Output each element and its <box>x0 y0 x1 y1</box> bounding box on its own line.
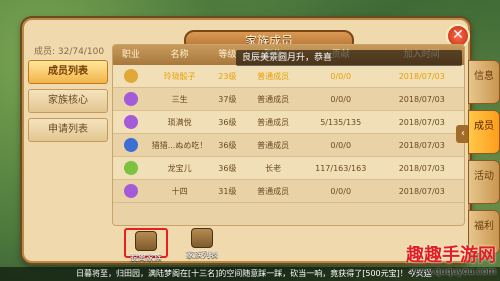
member-position: 普通成员 <box>257 71 290 81</box>
tab-activity[interactable]: 活动 <box>468 160 500 204</box>
member-table: 职业 名称 等级 职位 贡献 加入时间 玲珑骰子23级普通成员0/0/02018… <box>112 44 465 226</box>
header-name: 名称 <box>170 50 189 60</box>
member-level: 23级 <box>218 71 237 81</box>
table-row[interactable]: 猎猎...ぬめ吃！ 36级 普通成员 0/0/0 2018/07/03 <box>113 134 464 157</box>
job-icon <box>123 92 138 106</box>
member-contribution: 0/0/0 <box>330 140 352 150</box>
table-row[interactable]: 玲珑骰子 23级 普通成员 0/0/0 2018/07/03 <box>113 65 464 88</box>
watermark-title: 趣趣手游网 <box>406 245 496 266</box>
sidebar-item-member-list[interactable]: 成员列表 <box>28 60 108 84</box>
sidebar: 成员列表 家族核心 申请列表 <box>28 60 108 147</box>
member-name: 十四 <box>171 186 188 196</box>
table-body: 玲珑骰子 23级 普通成员 0/0/0 2018/07/03 三生 37级 普通成员 0/0/0… <box>113 65 464 203</box>
member-contribution: 0/0/0 <box>330 186 352 196</box>
job-cell <box>113 161 149 175</box>
job-cell <box>113 184 149 198</box>
member-join-date: 2018/07/03 <box>398 163 445 173</box>
member-contribution: 0/0/0 <box>330 71 352 81</box>
job-cell <box>113 92 149 106</box>
watermark: 趣趣手游网 www.ququyou.com <box>406 241 496 277</box>
member-name: 玲珑骰子 <box>163 71 196 81</box>
table-row[interactable]: 琐满悦 36级 普通成员 5/135/135 2018/07/03 <box>113 111 464 134</box>
job-icon <box>123 115 138 129</box>
scroll-icon <box>191 228 213 248</box>
member-level: 36级 <box>218 117 237 127</box>
member-join-date: 2018/07/03 <box>398 117 445 127</box>
member-name: 琐满悦 <box>167 117 192 127</box>
watermark-url: www.ququyou.com <box>410 267 496 277</box>
table-row[interactable]: 十四 31级 普通成员 0/0/0 2018/07/03 <box>113 180 464 203</box>
member-position: 长老 <box>265 163 282 173</box>
member-level: 36级 <box>218 140 237 150</box>
member-join-date: 2018/07/03 <box>398 186 445 196</box>
job-cell <box>113 115 149 129</box>
member-level: 31级 <box>218 186 237 196</box>
member-position: 普通成员 <box>257 186 290 196</box>
job-icon <box>123 69 138 83</box>
member-count: 成员: 32/74/100 <box>34 47 105 57</box>
member-contribution: 5/135/135 <box>320 117 362 127</box>
sidebar-item-application-list[interactable]: 申请列表 <box>28 118 108 142</box>
job-icon <box>123 184 138 198</box>
job-icon <box>123 138 138 152</box>
header-job: 职业 <box>121 50 140 60</box>
member-contribution: 117/163/163 <box>315 163 367 173</box>
job-cell <box>113 69 149 83</box>
member-join-date: 2018/07/03 <box>398 94 445 104</box>
tab-members[interactable]: 成员 <box>468 110 500 154</box>
family-list-button[interactable]: 家族列表 <box>180 228 224 259</box>
tab-info[interactable]: 信息 <box>468 60 500 104</box>
member-name: 猎猎...ぬめ吃！ <box>151 140 208 150</box>
table-row[interactable]: 三生 37级 普通成员 0/0/0 2018/07/03 <box>113 88 464 111</box>
member-join-date: 2018/07/03 <box>398 71 445 81</box>
sidebar-item-family-core[interactable]: 家族核心 <box>28 89 108 113</box>
member-contribution: 0/0/0 <box>330 94 352 104</box>
door-icon <box>135 231 157 251</box>
member-level: 37级 <box>218 94 237 104</box>
right-tab-bar: 信息 成员 活动 福利 <box>468 60 500 260</box>
job-cell <box>113 138 149 152</box>
member-name: 龙宝儿 <box>167 163 192 173</box>
member-join-date: 2018/07/03 <box>398 140 445 150</box>
announcement-bar: 良辰美景圆月升，恭喜 <box>236 50 462 66</box>
member-level: 36级 <box>218 163 237 173</box>
job-icon <box>123 161 138 175</box>
leave-family-button[interactable]: 脱离家族 <box>124 228 168 262</box>
member-name: 三生 <box>171 94 188 104</box>
bottom-actions: 脱离家族 家族列表 <box>124 228 224 262</box>
table-row[interactable]: 龙宝儿 36级 长老 117/163/163 2018/07/03 <box>113 157 464 180</box>
member-position: 普通成员 <box>257 117 290 127</box>
member-position: 普通成员 <box>257 140 290 150</box>
member-position: 普通成员 <box>257 94 290 104</box>
